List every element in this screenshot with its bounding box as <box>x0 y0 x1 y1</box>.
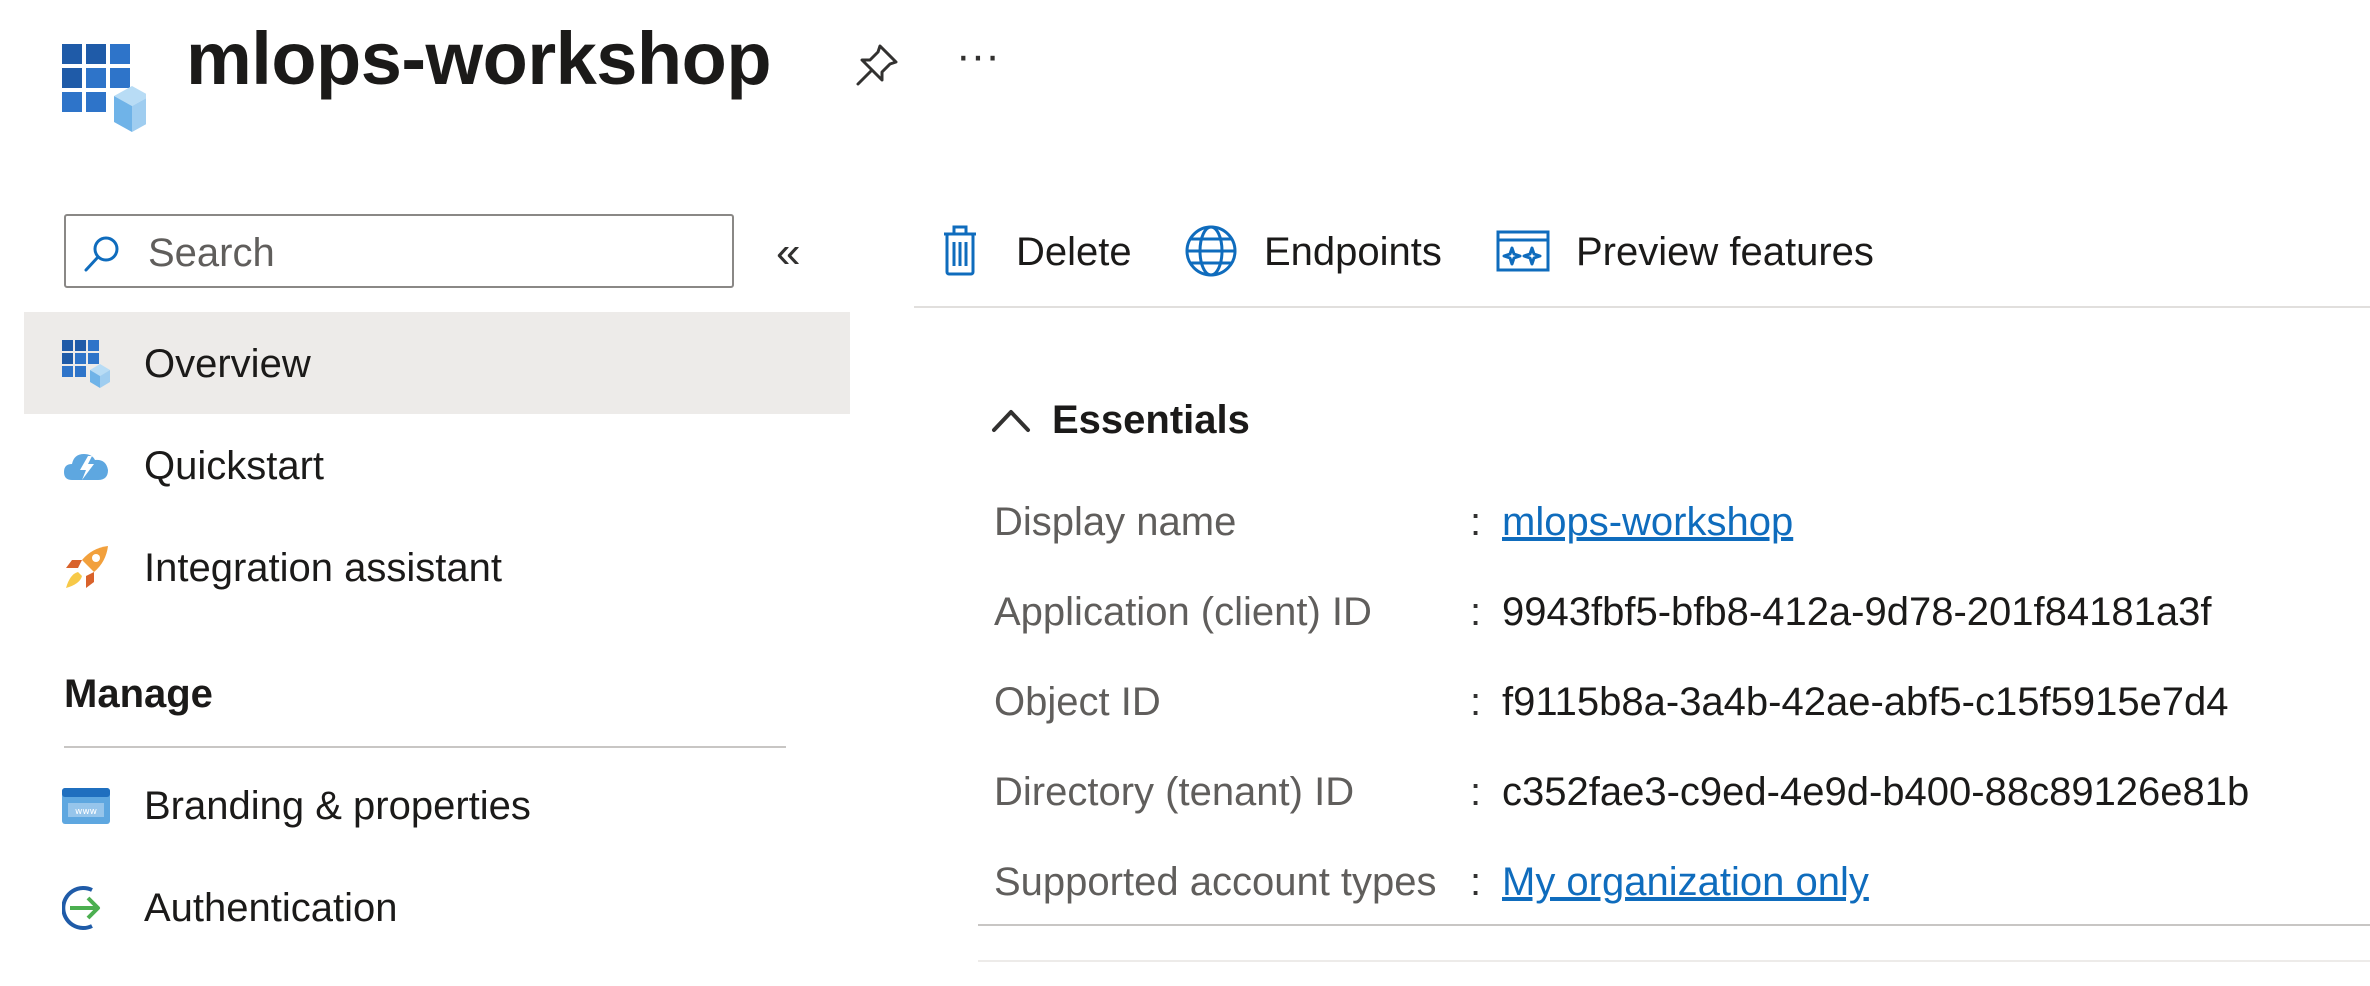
colon-separator: : <box>1470 680 1482 724</box>
quickstart-cloud-icon <box>62 442 110 490</box>
colon-separator: : <box>1470 500 1482 544</box>
manage-section-heading: Manage <box>64 672 213 716</box>
delete-label: Delete <box>1016 230 1132 274</box>
pin-icon[interactable] <box>852 40 902 90</box>
sidebar-item-label: Integration assistant <box>144 546 502 590</box>
display-name-link[interactable]: mlops-workshop <box>1502 500 1793 545</box>
search-field[interactable] <box>64 214 734 288</box>
preview-features-button[interactable]: Preview features <box>1496 218 1896 284</box>
svg-text:www: www <box>75 807 97 817</box>
essentials-title: Essentials <box>1052 398 1250 442</box>
authentication-arrow-icon <box>61 884 110 932</box>
directory-id-label: Directory (tenant) ID <box>994 770 1355 814</box>
sidebar-item-branding-properties[interactable]: www Branding & properties <box>24 754 850 856</box>
section-divider <box>978 960 2370 962</box>
sidebar-item-integration-assistant[interactable]: Integration assistant <box>24 516 850 618</box>
more-options-button[interactable]: ··· <box>956 34 1000 78</box>
application-id-value: 9943fbf5-bfb8-412a-9d78-201f84181a3f <box>1502 590 2212 634</box>
sidebar-item-label: Quickstart <box>144 444 325 488</box>
sidebar-item-label: Branding & properties <box>144 784 531 828</box>
preview-features-label: Preview features <box>1576 230 1874 274</box>
account-types-label: Supported account types <box>994 860 1437 904</box>
chevron-up-icon <box>992 410 1030 432</box>
sidebar-item-overview[interactable]: Overview <box>24 312 850 414</box>
endpoints-button[interactable]: Endpoints <box>1184 218 1454 284</box>
account-types-link[interactable]: My organization only <box>1502 860 1869 905</box>
sidebar-item-authentication[interactable]: Authentication <box>24 856 850 958</box>
page-title: mlops-workshop <box>186 17 772 100</box>
sidebar-item-quickstart[interactable]: Quickstart <box>24 414 850 516</box>
display-name-label: Display name <box>994 500 1237 544</box>
manage-divider <box>64 746 786 748</box>
branding-www-icon: www <box>62 782 110 830</box>
application-id-label: Application (client) ID <box>994 590 1372 634</box>
object-id-label: Object ID <box>994 680 1161 724</box>
collapse-menu-button[interactable]: « <box>776 228 800 278</box>
app-registration-icon <box>62 44 150 134</box>
directory-id-value: c352fae3-c9ed-4e9d-b400-88c89126e81b <box>1502 770 2250 814</box>
toolbar-divider <box>914 306 2370 308</box>
search-icon <box>82 234 122 274</box>
overview-grid-icon <box>62 340 110 388</box>
preview-features-icon <box>1496 224 1550 278</box>
delete-button[interactable]: Delete <box>938 218 1138 284</box>
search-input[interactable] <box>146 226 720 280</box>
colon-separator: : <box>1470 590 1482 634</box>
globe-icon <box>1184 224 1238 278</box>
rocket-icon <box>62 544 110 592</box>
colon-separator: : <box>1470 770 1482 814</box>
essentials-divider <box>978 924 2370 926</box>
trash-icon <box>938 224 992 278</box>
object-id-value: f9115b8a-3a4b-42ae-abf5-c15f5915e7d4 <box>1502 680 2229 724</box>
colon-separator: : <box>1470 860 1482 904</box>
essentials-toggle[interactable]: Essentials <box>990 396 1290 452</box>
sidebar-item-label: Overview <box>144 342 311 386</box>
sidebar-item-label: Authentication <box>144 886 398 930</box>
endpoints-label: Endpoints <box>1264 230 1442 274</box>
